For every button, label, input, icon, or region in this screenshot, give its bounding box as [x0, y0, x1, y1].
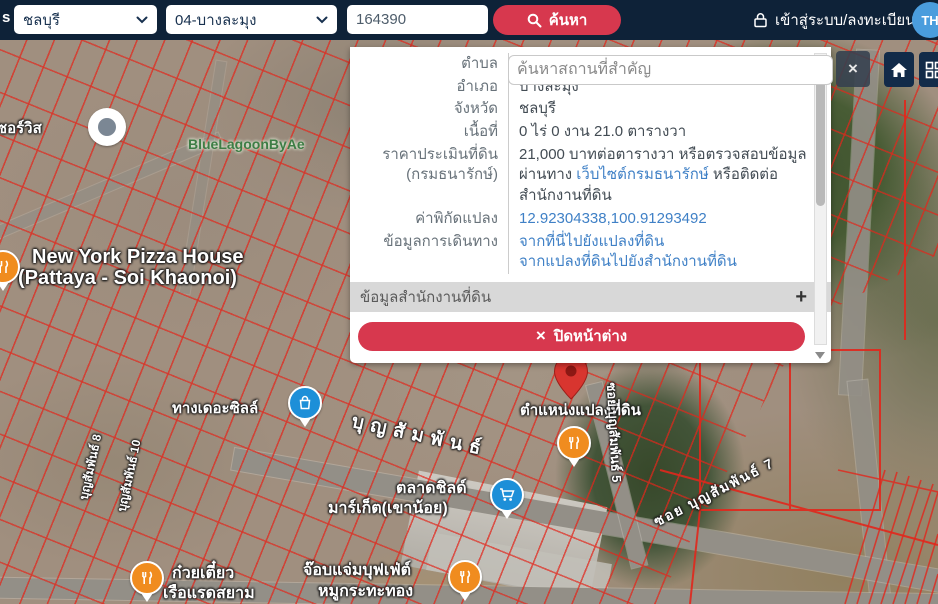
poi-dot-icon: [98, 118, 116, 136]
map-home-button[interactable]: [884, 52, 914, 87]
field-coords: ค่าพิกัดแปลง 12.92304338,100.91293492: [350, 208, 831, 231]
close-window-button[interactable]: × ปิดหน้าต่าง: [358, 322, 805, 351]
restaurant-pin-icon[interactable]: [448, 560, 482, 601]
place-label-the-chill: ทางเดอะซิลล์: [172, 396, 258, 420]
place-label-service: ต๊ะเซอร์วิส: [0, 116, 42, 140]
price-label-line1: ราคาประเมินที่ดิน: [350, 145, 498, 166]
chevron-down-icon: [316, 16, 328, 24]
field-label: อำเภอ: [350, 76, 508, 99]
panel-scrollbar[interactable]: [814, 53, 827, 345]
chevron-down-icon: [136, 16, 148, 24]
search-icon: [527, 13, 542, 28]
fork-knife-icon: [456, 568, 474, 586]
cart-icon: [498, 486, 516, 504]
route-to-office-link[interactable]: จากแปลงที่ดินไปยังสำนักงานที่ดิน: [519, 253, 737, 270]
treasury-website-link[interactable]: เว็บไซต์กรมธนารักษ์: [576, 166, 708, 183]
field-value: 12.92304338,100.91293492: [508, 208, 831, 231]
field-value: ชลบุรี: [508, 98, 831, 121]
grid-icon: [925, 61, 938, 79]
field-label: เนื้อที่: [350, 121, 508, 144]
coordinates-link[interactable]: 12.92304338,100.91293492: [519, 210, 707, 227]
expand-plus-icon[interactable]: +: [795, 287, 807, 307]
field-travel: ข้อมูลการเดินทาง จากที่นี่ไปยังแปลงที่ดิ…: [350, 231, 831, 274]
bag-icon: [297, 395, 313, 411]
fork-knife-icon: [138, 569, 156, 587]
field-label: ข้อมูลการเดินทาง: [350, 231, 508, 274]
field-value: 21,000 บาทต่อตารางวา หรือตรวจสอบข้อมูลผ่…: [508, 144, 831, 208]
search-close-button[interactable]: ×: [836, 51, 870, 87]
route-to-parcel-link[interactable]: จากที่นี่ไปยังแปลงที่ดิน: [519, 233, 664, 250]
home-icon: [889, 60, 909, 80]
field-province: จังหวัด ชลบุรี: [350, 98, 831, 121]
restaurant-pin-icon[interactable]: [130, 561, 164, 602]
language-toggle-button[interactable]: TH: [912, 2, 938, 38]
login-register-link[interactable]: เข้าสู่ระบบ/ลงทะเบียน: [753, 0, 915, 40]
poi-search-input[interactable]: [508, 55, 833, 85]
map-layers-grid-button[interactable]: [919, 52, 938, 87]
field-label: ตำบล: [350, 53, 508, 76]
fork-knife-icon: [565, 434, 583, 452]
fork-knife-icon: [0, 258, 12, 276]
place-label-pizza-1: New York Pizza House: [32, 246, 244, 269]
parcel-info-panel: ตำบล อำเภอ บางละมุง จังหวัด ชลบุรี เนื้อ…: [350, 47, 831, 363]
close-button-label: ปิดหน้าต่าง: [554, 324, 627, 348]
field-label: ค่าพิกัดแปลง: [350, 208, 508, 231]
restaurant-pin-icon[interactable]: [557, 426, 591, 467]
poi-icon[interactable]: [88, 108, 126, 146]
search-button-label: ค้นหา: [549, 8, 588, 32]
close-x-icon: ×: [536, 326, 546, 346]
place-label-market-2: มาร์เก็ต(เขาน้อย): [328, 496, 448, 521]
field-area: เนื้อที่ 0 ไร่ 0 งาน 21.0 ตารางวา: [350, 121, 831, 144]
login-register-label: เข้าสู่ระบบ/ลงทะเบียน: [775, 8, 915, 32]
province-select-value: ชลบุรี: [23, 8, 60, 32]
market-pin-icon[interactable]: [490, 478, 524, 519]
place-label-pizza-2: (Pattaya - Soi Khaonoi): [18, 267, 237, 290]
place-label-buffet-2: หมูกระทะทอง: [318, 579, 413, 604]
province-select[interactable]: ชลบุรี: [14, 5, 157, 34]
lock-icon: [753, 12, 768, 28]
field-label: จังหวัด: [350, 98, 508, 121]
field-label: ราคาประเมินที่ดิน (กรมธนารักษ์): [350, 144, 508, 208]
district-select-value: 04-บางละมุง: [175, 8, 256, 32]
accordion-title: ข้อมูลสำนักงานที่ดิน: [360, 285, 491, 309]
district-select[interactable]: 04-บางละมุง: [166, 5, 337, 34]
parcel-number-input[interactable]: [347, 5, 488, 34]
field-price: ราคาประเมินที่ดิน (กรมธนารักษ์) 21,000 บ…: [350, 144, 831, 208]
place-label-noodle-2: เรือแรดสยาม: [163, 581, 255, 604]
field-value: จากที่นี่ไปยังแปลงที่ดิน จากแปลงที่ดินไป…: [508, 231, 831, 274]
land-office-accordion[interactable]: ข้อมูลสำนักงานที่ดิน +: [350, 282, 831, 312]
search-button[interactable]: ค้นหา: [493, 5, 621, 35]
app-header: s ชลบุรี 04-บางละมุง ค้นหา เข้าสู่ระบบ/ล…: [0, 0, 938, 40]
field-value: 0 ไร่ 0 งาน 21.0 ตารางวา: [508, 121, 831, 144]
restaurant-pin-icon[interactable]: [0, 250, 20, 291]
close-icon: ×: [848, 59, 858, 79]
place-label-bluelagoon: BlueLagoonByAe: [188, 136, 305, 152]
panel-scroll-down-arrow[interactable]: [815, 352, 825, 359]
shopping-pin-icon[interactable]: [288, 386, 322, 427]
price-label-line2: (กรมธนารักษ์): [350, 165, 498, 186]
logo-text-fragment: s: [2, 9, 10, 26]
